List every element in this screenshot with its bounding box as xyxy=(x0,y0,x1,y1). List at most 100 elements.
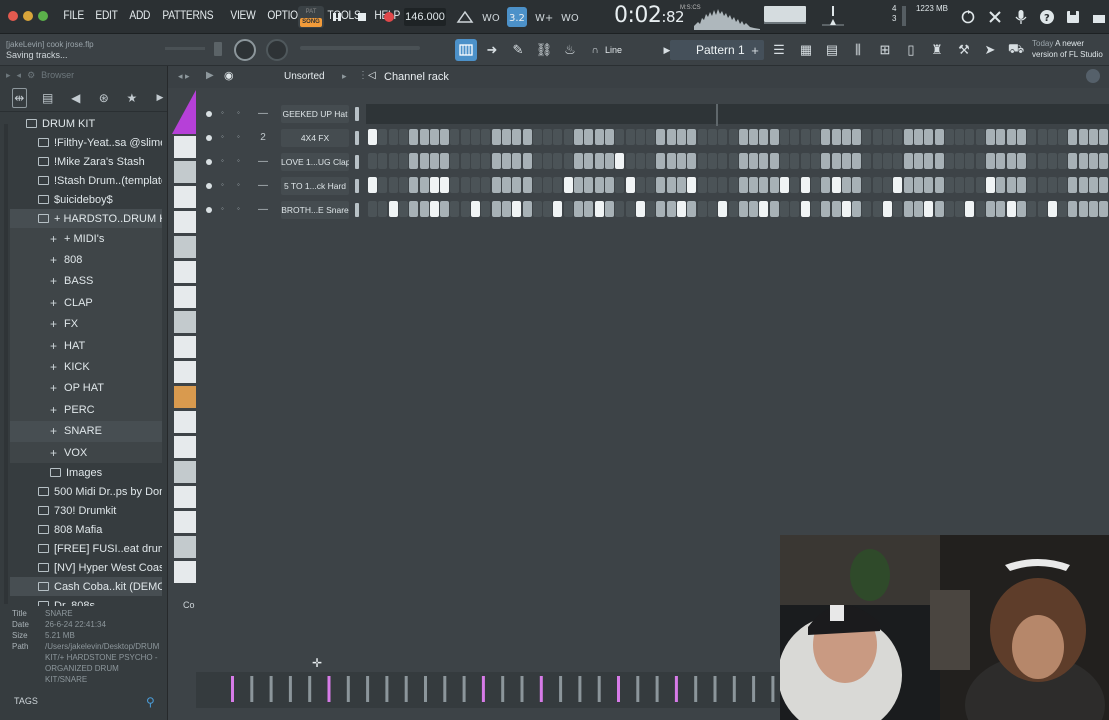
audio-icon[interactable]: ◀ xyxy=(69,88,83,108)
step-button[interactable] xyxy=(883,129,892,145)
step-button[interactable] xyxy=(409,153,419,169)
subfolder-item[interactable]: + + MIDI's xyxy=(10,228,162,250)
step-button[interactable] xyxy=(471,129,480,145)
playlist-note[interactable] xyxy=(617,676,620,702)
folder-item[interactable]: + HARDSTO..DRUM KIT xyxy=(10,209,162,228)
step-button[interactable] xyxy=(986,129,995,145)
step-button[interactable] xyxy=(491,129,501,145)
step-button[interactable] xyxy=(924,201,934,217)
step-button[interactable] xyxy=(1006,153,1016,169)
step-button[interactable] xyxy=(800,177,810,193)
news-panel[interactable]: Today A newer version of FL Studio xyxy=(1032,38,1109,60)
step-button[interactable] xyxy=(955,153,965,169)
step-button[interactable] xyxy=(841,177,851,193)
step-button[interactable] xyxy=(625,129,635,145)
playlist-note[interactable] xyxy=(269,676,273,702)
step-button[interactable] xyxy=(491,177,501,193)
step-button[interactable] xyxy=(481,153,491,169)
keyboard-key[interactable] xyxy=(174,186,196,208)
step-button[interactable] xyxy=(913,177,923,193)
step-button[interactable] xyxy=(574,177,583,193)
subfolder-item[interactable]: + FX xyxy=(10,313,162,335)
step-button[interactable] xyxy=(975,201,985,217)
step-button[interactable] xyxy=(800,153,810,169)
menu-patterns[interactable]: PATTERNS xyxy=(159,8,217,22)
playlist-note[interactable] xyxy=(539,676,543,702)
zoom-window-button[interactable] xyxy=(38,11,48,21)
channel-select[interactable] xyxy=(355,155,359,169)
playlist-note[interactable] xyxy=(501,676,505,702)
step-button[interactable] xyxy=(656,129,666,145)
step-button[interactable] xyxy=(1068,129,1078,145)
playlist-note[interactable] xyxy=(231,676,234,702)
step-button[interactable] xyxy=(615,201,625,217)
step-button[interactable] xyxy=(677,129,686,145)
step-button[interactable] xyxy=(718,177,728,193)
folder-item[interactable]: $uicideboy$ xyxy=(10,190,162,209)
folder-item[interactable]: !Mike Zara's Stash xyxy=(10,152,162,171)
subfolder-item[interactable]: + HAT xyxy=(10,334,162,357)
step-button[interactable] xyxy=(481,129,491,145)
step-button[interactable] xyxy=(471,177,480,193)
browser-tree-icon[interactable]: ⊞ xyxy=(876,41,894,59)
send-icon[interactable]: ➤ xyxy=(981,41,999,59)
close-window-button[interactable] xyxy=(8,11,18,21)
channel-mute-button[interactable] xyxy=(206,159,212,165)
mixer-view-icon[interactable]: ☰ xyxy=(770,41,788,59)
step-button[interactable] xyxy=(1089,201,1098,217)
step-button[interactable] xyxy=(728,177,738,193)
subfolder-item[interactable]: + KICK xyxy=(10,356,162,378)
playlist-note[interactable] xyxy=(327,676,331,702)
channel-pan-knob[interactable]: ◦ xyxy=(221,156,224,165)
step-button[interactable] xyxy=(934,153,944,169)
step-button[interactable] xyxy=(800,201,810,217)
step-button[interactable] xyxy=(666,129,676,145)
step-button[interactable] xyxy=(821,153,831,169)
step-button[interactable] xyxy=(543,201,553,217)
export-icon[interactable] xyxy=(1089,7,1109,27)
step-button[interactable] xyxy=(1016,153,1026,169)
channel-pan-knob[interactable]: ◦ xyxy=(221,180,224,189)
keyboard-key[interactable] xyxy=(174,236,196,258)
keyboard-key[interactable] xyxy=(174,436,196,458)
folder-item[interactable]: !Stash Drum..(template) xyxy=(10,171,162,190)
rack-arrows-icon[interactable]: ◂ ▸ xyxy=(178,71,190,82)
channel-select[interactable] xyxy=(355,131,359,145)
step-button[interactable] xyxy=(1047,201,1057,217)
channel-pan-knob[interactable]: ◦ xyxy=(221,108,224,117)
step-button[interactable] xyxy=(512,153,522,169)
step-button[interactable] xyxy=(790,153,800,169)
step-button[interactable] xyxy=(398,177,408,193)
subfolder-item[interactable]: + CLAP xyxy=(10,292,162,314)
step-button[interactable] xyxy=(841,153,851,169)
channel-name-button[interactable]: BROTH...E Snare xyxy=(281,201,349,219)
step-button[interactable] xyxy=(460,177,470,193)
playlist-note[interactable] xyxy=(674,676,678,702)
keyboard-key[interactable] xyxy=(174,211,196,233)
step-button[interactable] xyxy=(728,129,738,145)
subfolder-item[interactable]: + PERC xyxy=(10,399,162,421)
hint-handle[interactable] xyxy=(214,42,222,56)
step-button[interactable] xyxy=(532,201,542,217)
step-button[interactable] xyxy=(862,201,872,217)
step-button[interactable] xyxy=(677,201,686,217)
step-button[interactable] xyxy=(986,177,995,193)
step-button[interactable] xyxy=(852,201,862,217)
step-button[interactable] xyxy=(810,129,820,145)
step-button[interactable] xyxy=(955,177,965,193)
step-button[interactable] xyxy=(1027,129,1037,145)
channel-volume-knob[interactable]: ◦ xyxy=(237,156,240,165)
step-button[interactable] xyxy=(388,153,398,169)
step-button[interactable] xyxy=(913,153,923,169)
step-button[interactable] xyxy=(625,177,635,193)
folder-item[interactable]: 808 Mafia xyxy=(10,520,162,539)
menu-add[interactable]: ADD xyxy=(126,8,154,22)
step-button[interactable] xyxy=(563,201,573,217)
step-button[interactable] xyxy=(769,129,779,145)
step-button[interactable] xyxy=(1016,129,1026,145)
step-button[interactable] xyxy=(656,153,666,169)
step-button[interactable] xyxy=(368,153,377,169)
channel-filter[interactable]: Unsorted xyxy=(284,71,325,82)
file-icon[interactable]: ▯ xyxy=(902,41,920,59)
step-button[interactable] xyxy=(501,201,511,217)
